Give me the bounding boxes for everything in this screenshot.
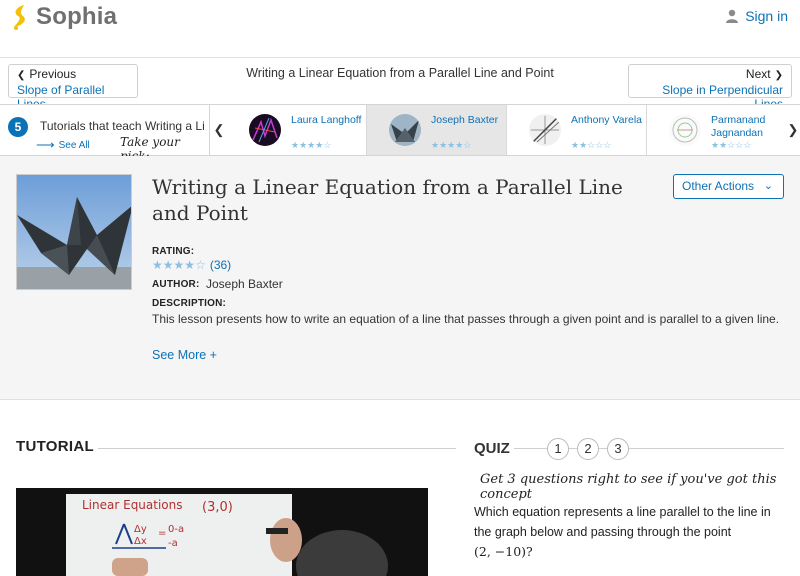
carousel-next-button[interactable]: ❯ [786, 105, 800, 155]
quiz-hint: Get 3 questions right to see if you've g… [480, 472, 777, 502]
author-thumbnail [529, 114, 561, 146]
sophia-logo[interactable]: Sophia [10, 3, 117, 31]
star-rating: ★★☆☆☆ [571, 140, 611, 151]
next-button[interactable]: Next❯ Slope in Perpendicular Lines [628, 64, 792, 111]
board-point: (3,0) [202, 500, 233, 515]
svg-text:-a: -a [168, 538, 178, 549]
author-name: Joseph Baxter [206, 277, 283, 291]
lesson-description: This lesson presents how to write an equ… [152, 312, 780, 326]
star-filled-icon: ★ [152, 258, 163, 272]
tutorial-count-badge: 5 [8, 117, 28, 137]
star-empty-icon: ☆ [743, 140, 752, 150]
star-empty-icon: ☆ [195, 258, 206, 272]
chevron-right-icon: ❯ [787, 122, 799, 137]
logo-text: Sophia [36, 3, 118, 30]
chevron-right-icon: ❯ [774, 70, 783, 81]
other-actions-button[interactable]: Other Actions ⌄ [673, 174, 784, 199]
author-label: AUTHOR: [152, 279, 200, 290]
rating-count[interactable]: (36) [210, 258, 231, 272]
star-filled-icon: ★ [711, 140, 720, 150]
tutorials-info: 5 Tutorials that teach Writing a Linear … [0, 105, 210, 163]
star-empty-icon: ☆ [603, 140, 612, 150]
tutorial-card[interactable]: Laura Langhoff ★★★★☆ [227, 105, 367, 155]
tutorial-author-name: Joseph Baxter [431, 114, 499, 126]
star-filled-icon: ★ [184, 258, 196, 272]
quiz-question: Which equation represents a line paralle… [474, 505, 771, 539]
other-actions-label: Other Actions [682, 179, 755, 193]
star-rating: ★★★★☆ [291, 140, 331, 151]
quiz-question-1[interactable]: 1 [547, 438, 569, 460]
quiz-question-3[interactable]: 3 [607, 438, 629, 460]
sign-in-label: Sign in [745, 8, 788, 24]
star-filled-icon: ★ [719, 140, 728, 150]
star-empty-icon: ☆ [323, 140, 332, 150]
user-icon [726, 9, 739, 23]
divider [98, 448, 456, 449]
tutorial-card[interactable]: Anthony Varela ★★☆☆☆ [507, 105, 647, 155]
svg-text:0-a: 0-a [168, 524, 184, 535]
star-filled-icon: ★ [431, 140, 440, 150]
author-thumbnail [249, 114, 281, 146]
lesson-info: Writing a Linear Equation from a Paralle… [0, 156, 800, 400]
quiz-question-2[interactable]: 2 [577, 438, 599, 460]
star-empty-icon: ☆ [463, 140, 472, 150]
tutorial-video[interactable]: Δy Δx = 0-a -a Linear Equations (3,0) [16, 488, 428, 576]
chevron-down-icon: ⌄ [763, 180, 773, 192]
star-rating: ★★★★☆ [431, 140, 471, 151]
author-thumbnail [669, 114, 701, 146]
author-thumbnail [389, 114, 421, 146]
star-filled-icon: ★ [571, 140, 580, 150]
tutorials-label: Tutorials that teach Writing a Linear Eq… [40, 119, 205, 133]
sign-in-link[interactable]: Sign in [725, 8, 788, 24]
svg-text:Δx: Δx [134, 536, 147, 547]
see-all-label: See All [58, 139, 90, 151]
chevron-left-icon: ❮ [213, 122, 225, 137]
board-title: Linear Equations [82, 498, 183, 512]
tutorial-author-name: Parmanand Jagnandan [711, 114, 766, 139]
tutorials-strip: 5 Tutorials that teach Writing a Linear … [0, 104, 800, 163]
tutorial-author-name: Anthony Varela [571, 114, 643, 126]
star-filled-icon: ★ [579, 140, 588, 150]
svg-text:Δy: Δy [134, 524, 147, 535]
star-filled-icon: ★ [291, 140, 300, 150]
star-rating: ★★★★☆ [152, 258, 206, 272]
tutorial-heading: TUTORIAL [16, 438, 94, 455]
sophia-logo-icon [14, 5, 25, 30]
site-header: Sophia Sign in [0, 0, 800, 58]
tutorial-author-name: Laura Langhoff [291, 114, 362, 126]
lesson-rating: ★★★★☆ (36) [152, 258, 231, 272]
carousel-prev-button[interactable]: ❮ [211, 105, 227, 155]
description-label: DESCRIPTION: [152, 298, 227, 309]
see-all-link[interactable]: ⟶ See All [36, 137, 90, 153]
arrow-right-icon: ⟶ [36, 137, 55, 152]
svg-text:=: = [158, 528, 166, 539]
see-more-link[interactable]: See More + [152, 348, 217, 362]
next-label: Next [745, 67, 771, 81]
lesson-nav: ❮Previous Slope of Parallel Lines Writin… [0, 58, 800, 111]
lesson-image [16, 174, 132, 290]
quiz-heading: QUIZ [474, 440, 510, 457]
star-filled-icon: ★ [173, 258, 185, 272]
star-rating: ★★☆☆☆ [711, 140, 751, 151]
tutorial-card[interactable]: Parmanand Jagnandan ★★☆☆☆ [647, 105, 787, 155]
rating-label: RATING: [152, 246, 195, 257]
star-filled-icon: ★ [299, 140, 308, 150]
tutorial-card-selected[interactable]: Joseph Baxter ★★★★☆ [367, 105, 507, 155]
quiz-point: (2, −10)? [474, 544, 533, 559]
lesson-title: Writing a Linear Equation from a Paralle… [152, 175, 623, 225]
star-filled-icon: ★ [162, 258, 174, 272]
star-filled-icon: ★ [439, 140, 448, 150]
quiz-question-text: Which equation represents a line paralle… [474, 502, 784, 562]
